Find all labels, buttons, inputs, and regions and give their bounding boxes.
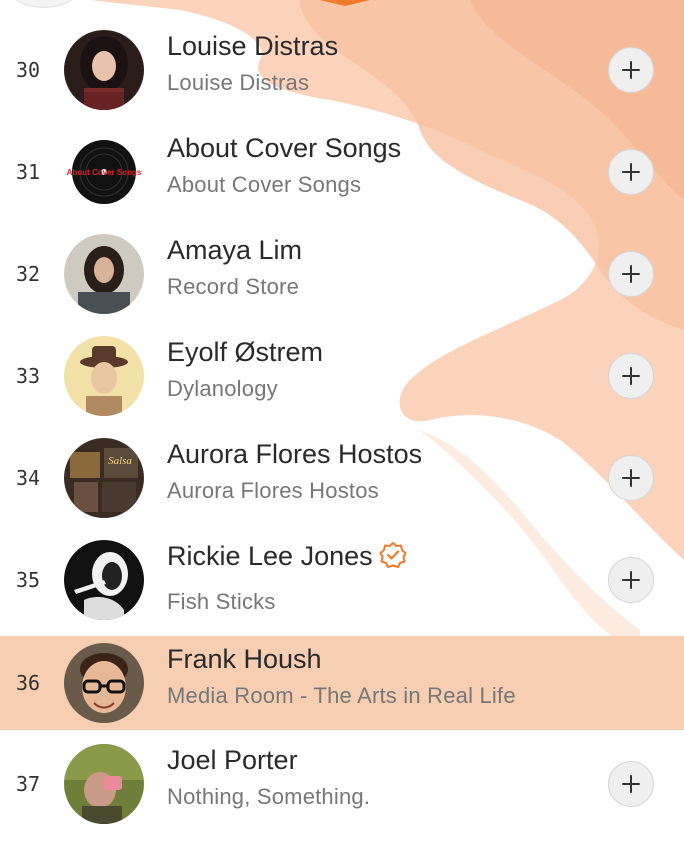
avatar <box>64 336 144 416</box>
plus-icon <box>622 775 640 793</box>
rank-number: 36 <box>15 671 41 695</box>
list-item[interactable]: 35 Rickie Lee Jones Fish Sticks <box>0 533 684 627</box>
avatar <box>64 744 144 824</box>
list-item[interactable]: 34 Salsa Aurora Flores Hostos Aurora Flo… <box>0 431 684 525</box>
podcast-title[interactable]: Joel Porter <box>167 745 298 776</box>
rank-number: 30 <box>15 58 41 82</box>
plus-icon <box>622 265 640 283</box>
podcast-title-text: Rickie Lee Jones <box>167 541 373 571</box>
podcast-title[interactable]: Frank Housh <box>167 644 322 675</box>
plus-icon <box>622 163 640 181</box>
avatar <box>64 234 144 314</box>
podcast-author: Media Room - The Arts in Real Life <box>167 683 516 708</box>
avatar: Salsa <box>64 438 144 518</box>
plus-icon <box>622 571 640 589</box>
rank-number: 35 <box>15 568 41 592</box>
plus-icon <box>622 61 640 79</box>
list-item-highlighted[interactable]: 36 Frank Housh Media Room - The Arts in … <box>0 636 684 730</box>
list-item[interactable]: 33 Eyolf Østrem Dylanology <box>0 329 684 423</box>
avatar <box>64 643 144 723</box>
podcast-title[interactable]: Amaya Lim <box>167 235 302 266</box>
rank-number: 37 <box>15 772 41 796</box>
avatar-label: About Cover Songs <box>67 168 142 177</box>
verified-badge-icon <box>379 542 407 568</box>
add-button[interactable] <box>608 251 654 297</box>
add-button[interactable] <box>608 149 654 195</box>
avatar <box>64 30 144 110</box>
avatar: About Cover Songs <box>64 132 144 212</box>
podcast-author: About Cover Songs <box>167 172 362 197</box>
list-item[interactable]: 32 Amaya Lim Record Store <box>0 227 684 321</box>
podcast-author: Louise Distras <box>167 70 310 95</box>
avatar <box>64 540 144 620</box>
ranked-list: 30 Louise Distras Louise Distras 31 Abou… <box>0 0 684 841</box>
list-item[interactable]: 30 Louise Distras Louise Distras <box>0 23 684 117</box>
podcast-author: Aurora Flores Hostos <box>167 478 379 503</box>
plus-icon <box>622 367 640 385</box>
rank-number: 34 <box>15 466 41 490</box>
rank-number: 33 <box>15 364 41 388</box>
list-item[interactable]: 31 About Cover Songs About Cover Songs A… <box>0 125 684 219</box>
podcast-author: Fish Sticks <box>167 589 276 614</box>
podcast-author: Record Store <box>167 274 300 299</box>
add-button[interactable] <box>608 353 654 399</box>
podcast-author: Nothing, Something. <box>167 784 371 809</box>
avatar-label: Salsa <box>108 455 132 467</box>
podcast-title[interactable]: Eyolf Østrem <box>167 337 323 368</box>
list-item[interactable]: 37 Joel Porter Nothing, Something. <box>0 737 684 831</box>
add-button[interactable] <box>608 47 654 93</box>
podcast-title[interactable]: About Cover Songs <box>167 133 401 164</box>
add-button[interactable] <box>608 557 654 603</box>
add-button[interactable] <box>608 455 654 501</box>
podcast-title[interactable]: Rickie Lee Jones <box>167 541 407 572</box>
podcast-title[interactable]: Aurora Flores Hostos <box>167 439 422 470</box>
rank-number: 31 <box>15 160 41 184</box>
podcast-title[interactable]: Louise Distras <box>167 31 338 62</box>
rank-number: 32 <box>15 262 41 286</box>
plus-icon <box>622 469 640 487</box>
podcast-author: Dylanology <box>167 376 278 401</box>
add-button[interactable] <box>608 761 654 807</box>
